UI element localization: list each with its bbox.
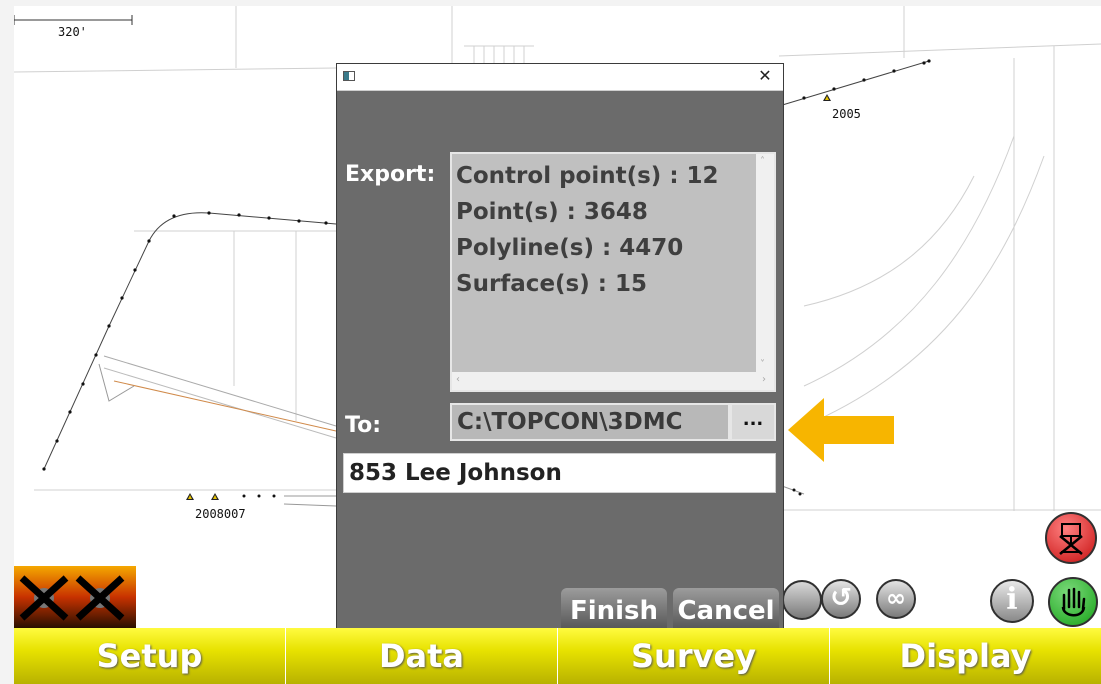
summary-line: Polyline(s) : 4470 — [456, 235, 684, 261]
point-label: 2005 — [832, 107, 861, 121]
menu-data[interactable]: Data — [286, 628, 558, 684]
bottom-menu: Setup Data Survey Display — [14, 628, 1101, 684]
scale-label: 320' — [58, 25, 87, 39]
export-label: Export: — [345, 162, 436, 187]
status-icons[interactable] — [14, 566, 136, 628]
horizontal-scrollbar[interactable]: ‹ › — [452, 372, 774, 390]
browse-button[interactable]: ... — [730, 403, 776, 441]
menu-survey[interactable]: Survey — [558, 628, 830, 684]
scroll-up-icon[interactable]: ˄ — [760, 156, 765, 167]
rotate-icon[interactable]: ↺ — [821, 579, 861, 619]
scroll-down-icon[interactable]: ˅ — [760, 359, 765, 370]
export-summary-list[interactable]: Control point(s) : 12 Point(s) : 3648 Po… — [450, 152, 776, 392]
pan-hand-icon[interactable] — [1048, 577, 1098, 627]
job-name-field[interactable]: 853 Lee Johnson — [343, 453, 776, 493]
summary-line: Point(s) : 3648 — [456, 199, 648, 225]
info-icon[interactable]: i — [990, 579, 1034, 623]
machine-glyph — [1059, 523, 1083, 555]
window-icon — [343, 71, 355, 81]
hand-glyph — [1061, 587, 1086, 617]
infinity-icon[interactable]: ∞ — [876, 579, 916, 619]
export-path-field[interactable]: C:\TOPCON\3DMC — [450, 403, 730, 441]
scroll-right-icon[interactable]: › — [762, 374, 766, 385]
to-label: To: — [345, 413, 381, 438]
machine-stop-icon[interactable] — [1045, 512, 1097, 564]
close-icon[interactable]: ✕ — [755, 66, 775, 86]
menu-display[interactable]: Display — [830, 628, 1101, 684]
zoom-extents-button[interactable] — [782, 580, 822, 620]
dialog-titlebar: ✕ — [337, 64, 783, 91]
scale-bar — [14, 15, 133, 25]
summary-line: Surface(s) : 15 — [456, 271, 647, 297]
vertical-scrollbar[interactable]: ˄ ˅ — [756, 154, 774, 372]
app-screen: 320' 2005 2008007 ↺ ∞ i ✕ Export: Contro… — [14, 6, 1101, 684]
arrow-annotation — [788, 398, 894, 462]
menu-setup[interactable]: Setup — [14, 628, 286, 684]
export-dialog: ✕ Export: Control point(s) : 12 Point(s)… — [336, 63, 784, 634]
summary-line: Control point(s) : 12 — [456, 163, 719, 189]
scroll-left-icon[interactable]: ‹ — [456, 374, 460, 385]
disconnected-icon — [19, 575, 125, 621]
point-label: 2008007 — [195, 507, 246, 521]
